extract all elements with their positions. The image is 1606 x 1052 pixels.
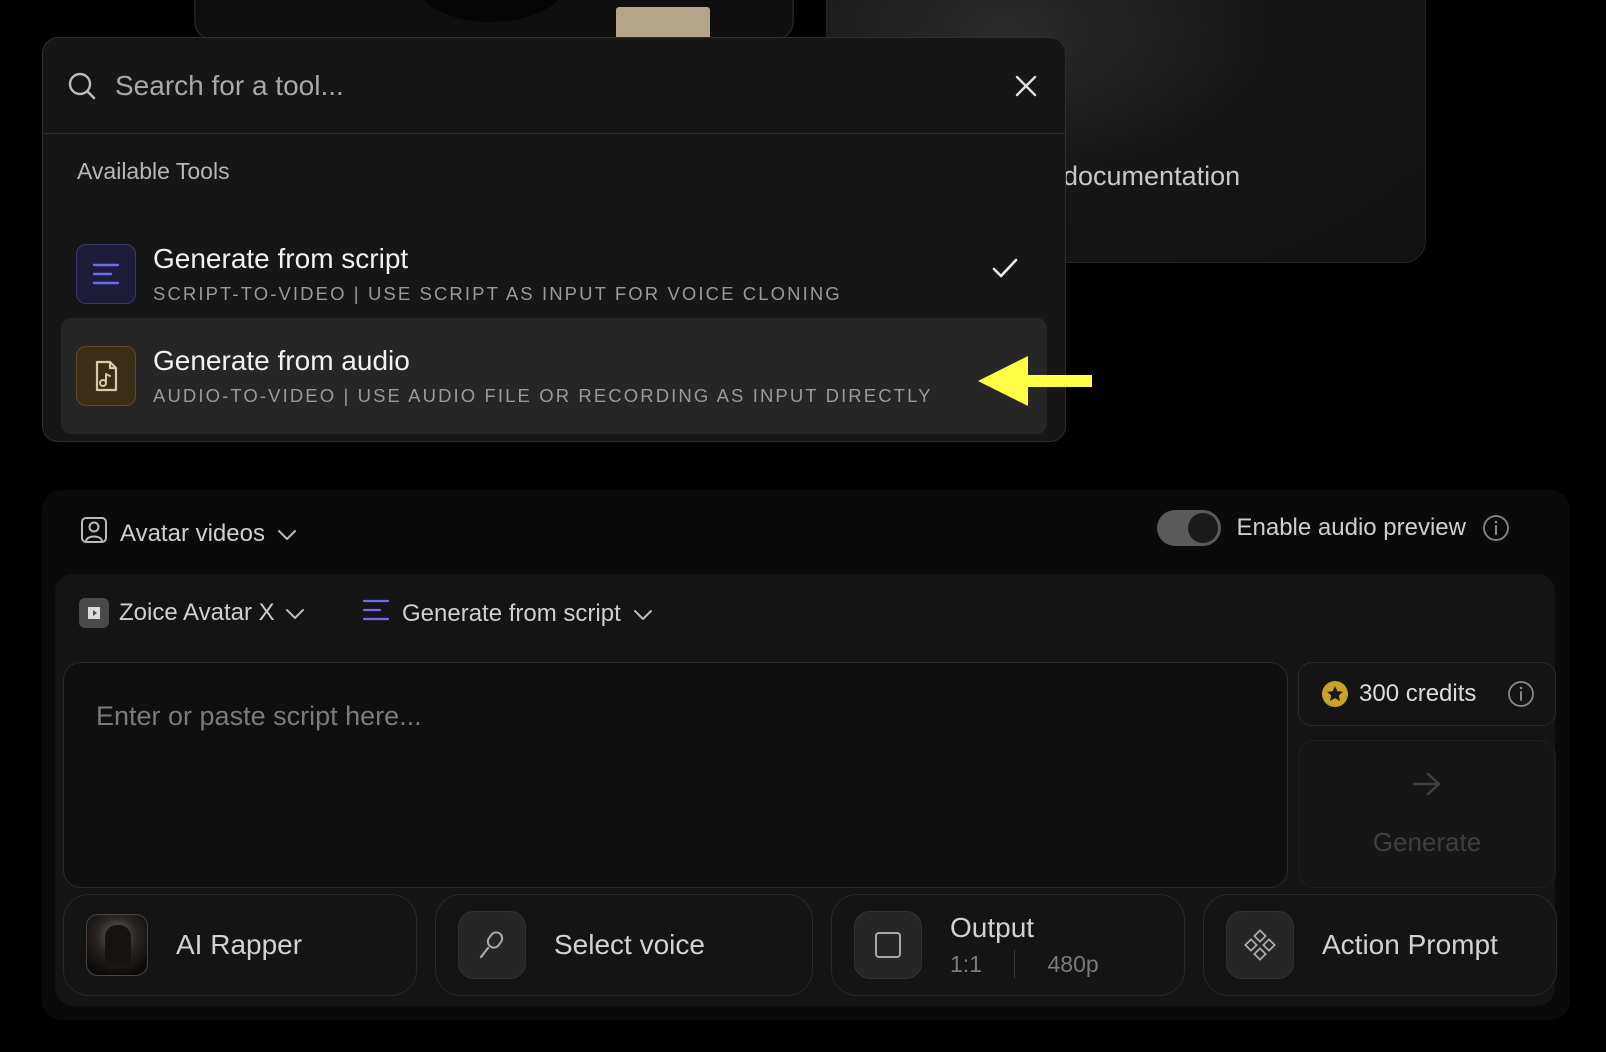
script-input[interactable]	[63, 662, 1288, 888]
chevron-down-icon	[285, 599, 305, 627]
background-video-card	[194, 0, 794, 40]
output-label: Output	[950, 912, 1035, 943]
lines-icon	[76, 244, 136, 304]
model-dropdown[interactable]: Zoice Avatar X	[79, 598, 305, 628]
search-row	[43, 38, 1065, 134]
main-panel: Avatar videos Enable audio preview Zoice…	[42, 490, 1570, 1020]
aspect-square-icon	[854, 911, 922, 979]
chevron-down-icon	[277, 520, 297, 548]
thumbnail-shape	[616, 7, 710, 38]
annotation-arrow-icon	[978, 356, 1092, 406]
star-icon	[1321, 680, 1349, 708]
output-resolution: 480p	[1047, 950, 1099, 977]
action-diamonds-icon	[1226, 911, 1294, 979]
action-prompt-chip[interactable]: Action Prompt	[1203, 894, 1557, 996]
section-label: Available Tools	[77, 158, 230, 184]
divider	[1013, 950, 1016, 978]
avatar-label: AI Rapper	[176, 929, 303, 960]
info-icon[interactable]	[1507, 680, 1535, 708]
info-icon[interactable]	[1482, 514, 1510, 542]
lines-icon	[362, 598, 390, 629]
microphone-icon	[458, 911, 526, 979]
voice-selector-chip[interactable]: Select voice	[435, 894, 813, 996]
model-label: Zoice Avatar X	[119, 599, 275, 626]
tool-description: SCRIPT-TO-VIDEO | USE SCRIPT AS INPUT FO…	[153, 283, 842, 304]
audio-preview-toggle[interactable]	[1156, 510, 1221, 546]
output-settings-chip[interactable]: Output 1:1 480p	[831, 894, 1185, 996]
thumbnail-shape	[416, 0, 566, 22]
output-ratio: 1:1	[950, 950, 982, 977]
audio-preview-label: Enable audio preview	[1236, 514, 1467, 541]
zoice-logo-icon	[79, 598, 109, 628]
voice-label: Select voice	[554, 929, 705, 960]
tool-search-input[interactable]	[115, 69, 1011, 102]
action-prompt-label: Action Prompt	[1322, 929, 1498, 960]
credits-badge: 300 credits	[1298, 662, 1556, 726]
close-icon[interactable]	[1011, 71, 1041, 101]
user-square-icon	[80, 516, 108, 551]
arrow-right-icon	[1411, 770, 1443, 805]
tool-search-dropdown: Available Tools Generate from script SCR…	[42, 37, 1066, 442]
tool-description: AUDIO-TO-VIDEO | USE AUDIO FILE OR RECOR…	[153, 385, 933, 406]
tool-title: Generate from audio	[153, 345, 410, 376]
generate-label: Generate	[1372, 827, 1482, 857]
documentation-link[interactable]: documentation	[1063, 161, 1240, 192]
generation-mode-dropdown[interactable]: Generate from script	[362, 598, 653, 629]
avatar-selector-chip[interactable]: AI Rapper	[63, 894, 417, 996]
generation-panel: Zoice Avatar X Generate from script 300 …	[55, 574, 1557, 1006]
avatar-videos-dropdown[interactable]: Avatar videos	[80, 516, 297, 551]
check-icon	[991, 256, 1019, 285]
generate-button[interactable]: Generate	[1298, 740, 1556, 888]
chevron-down-icon	[633, 600, 653, 628]
avatar	[86, 914, 148, 976]
generation-mode-label: Generate from script	[402, 599, 621, 627]
avatar-videos-label: Avatar videos	[120, 519, 265, 547]
audio-file-icon	[76, 346, 136, 406]
tool-title: Generate from script	[153, 243, 409, 274]
credits-label: 300 credits	[1359, 680, 1477, 707]
tool-item-generate-from-audio[interactable]: Generate from audio AUDIO-TO-VIDEO | USE…	[61, 318, 1047, 434]
tool-item-generate-from-script[interactable]: Generate from script SCRIPT-TO-VIDEO | U…	[61, 216, 1047, 332]
audio-preview-control: Enable audio preview	[1156, 510, 1511, 546]
search-icon	[67, 69, 101, 103]
